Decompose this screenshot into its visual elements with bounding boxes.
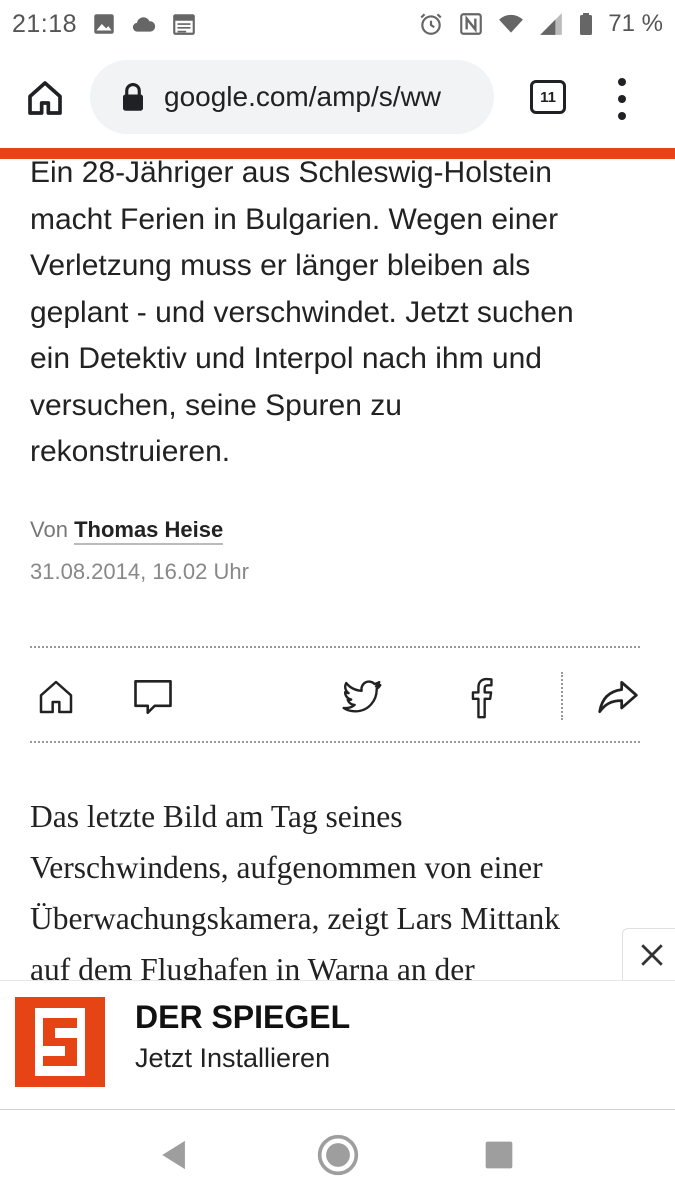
- close-icon: [640, 944, 663, 966]
- battery-percent: 71 %: [608, 10, 663, 37]
- body-line: Das letzte Bild am Tag seines: [30, 799, 403, 834]
- lock-icon: [123, 82, 143, 111]
- install-cta[interactable]: Jetzt Installieren: [135, 1043, 330, 1074]
- home-circle-icon: [317, 1134, 359, 1176]
- app-install-banner[interactable]: DER SPIEGEL Jetzt Installieren: [0, 980, 675, 1110]
- app-name: DER SPIEGEL: [135, 999, 351, 1035]
- article: Ein 28-Jähriger aus Schleswig-Holstein m…: [0, 150, 675, 980]
- article-intro: Ein 28-Jähriger aus Schleswig-Holstein m…: [30, 150, 650, 476]
- spiegel-logo: [15, 997, 105, 1087]
- banner-close-button[interactable]: [622, 928, 675, 982]
- divider: [30, 646, 640, 648]
- body-line: Überwachungskamera, zeigt Lars Mittank: [30, 901, 561, 936]
- nav-recents-button[interactable]: [476, 1132, 522, 1178]
- divider: [30, 741, 640, 743]
- share-home-button[interactable]: [31, 672, 81, 722]
- byline-prefix: Von: [30, 517, 68, 542]
- body-line: Verschwindens, aufgenommen von einer: [30, 850, 543, 885]
- back-icon: [162, 1140, 185, 1170]
- intro-line: rekonstruieren.: [30, 435, 231, 468]
- battery-icon: [578, 11, 594, 37]
- intro-line: ein Detektiv und Interpol nach ihm und: [30, 342, 542, 375]
- intro-line: versuchen, seine Spuren zu: [30, 388, 402, 422]
- publish-date: 31.08.2014, 16.02 Uhr: [30, 559, 249, 584]
- tab-switcher-button[interactable]: 11: [530, 80, 566, 114]
- facebook-icon: [471, 677, 493, 719]
- signal-icon: [538, 11, 564, 37]
- body-line: auf dem Flughafen in Warna an der: [30, 952, 475, 980]
- comment-icon: [134, 679, 172, 715]
- calendar-icon: [171, 11, 197, 37]
- alarm-icon: [418, 11, 444, 37]
- share-separator: [561, 672, 563, 720]
- menu-dot: [618, 112, 626, 120]
- nav-back-button[interactable]: [152, 1132, 198, 1178]
- author-link[interactable]: Thomas Heise: [74, 517, 224, 545]
- status-bar: 21:18 71 %: [0, 0, 675, 48]
- comment-button[interactable]: [128, 672, 178, 722]
- system-nav-bar: [0, 1110, 675, 1200]
- share-icon: [598, 680, 638, 714]
- share-bar: [0, 660, 675, 735]
- image-icon: [91, 11, 117, 37]
- cloud-icon: [131, 11, 157, 37]
- twitter-share-button[interactable]: [337, 672, 387, 722]
- recents-icon: [485, 1141, 513, 1169]
- overflow-menu-button[interactable]: [608, 74, 636, 124]
- intro-line: Verletzung muss er länger bleiben als: [30, 249, 531, 282]
- facebook-share-button[interactable]: [456, 672, 506, 722]
- article-body: Das letzte Bild am Tag seines Verschwind…: [30, 791, 670, 980]
- intro-line: geplant - und verschwindet. Jetzt suchen: [30, 295, 574, 329]
- status-time: 21:18: [12, 9, 78, 38]
- nav-home-button[interactable]: [315, 1132, 361, 1178]
- twitter-icon: [342, 680, 382, 713]
- url-bar[interactable]: google.com/amp/s/ww: [90, 60, 494, 134]
- wifi-icon: [498, 11, 524, 37]
- url-text: google.com/amp/s/ww: [164, 81, 442, 112]
- intro-line: macht Ferien in Bulgarien. Wegen einer: [30, 202, 559, 236]
- home-icon: [39, 680, 73, 714]
- home-icon: [28, 81, 62, 115]
- menu-dot: [618, 78, 626, 86]
- byline: Von Thomas Heise: [30, 517, 224, 545]
- nfc-icon: [458, 11, 484, 37]
- browser-home-button[interactable]: [0, 48, 90, 148]
- intro-line: Ein 28-Jähriger aus Schleswig-Holstein: [30, 156, 552, 189]
- browser-toolbar: google.com/amp/s/ww 11: [0, 48, 675, 148]
- menu-dot: [618, 95, 626, 103]
- share-button[interactable]: [593, 672, 643, 722]
